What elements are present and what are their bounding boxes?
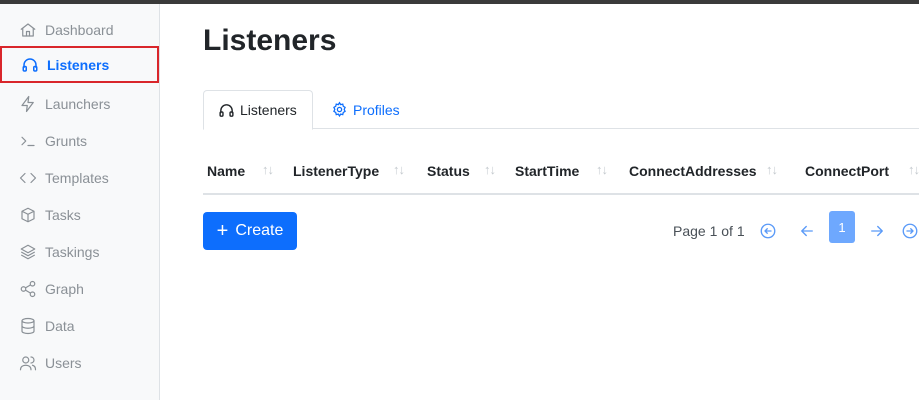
tab-listeners[interactable]: Listeners (203, 90, 313, 130)
sidebar-item-launchers[interactable]: Launchers (0, 85, 159, 122)
sidebar-item-users[interactable]: Users (0, 344, 159, 381)
column-header-start-time[interactable]: StartTime (515, 148, 579, 193)
sidebar-item-data[interactable]: Data (0, 307, 159, 344)
users-icon (19, 354, 37, 372)
sidebar-item-label: Listeners (47, 56, 110, 73)
table-header: Name ↑↓ ListenerType ↑↓ Status ↑↓ StartT… (203, 148, 919, 195)
page-number-button[interactable]: 1 (829, 211, 855, 243)
last-page-button[interactable] (901, 216, 919, 246)
code-icon (19, 169, 37, 187)
sidebar-item-label: Tasks (45, 206, 81, 223)
column-header-connect-port[interactable]: ConnectPort (805, 148, 889, 193)
pagination-text: Page 1 of 1 (673, 223, 745, 239)
arrow-right-icon (868, 222, 886, 240)
arrow-left-icon (798, 222, 816, 240)
sidebar-item-label: Data (45, 317, 75, 334)
sort-icon[interactable]: ↑↓ (393, 162, 405, 177)
column-header-status[interactable]: Status (427, 148, 470, 193)
sidebar-item-dashboard[interactable]: Dashboard (0, 11, 159, 48)
home-icon (19, 21, 37, 39)
sidebar-item-grunts[interactable]: Grunts (0, 122, 159, 159)
plus-icon: + (216, 220, 229, 242)
previous-page-button[interactable] (793, 216, 821, 246)
tab-profiles[interactable]: Profiles (317, 90, 414, 129)
database-icon (19, 317, 37, 335)
sidebar: Dashboard Listeners Launchers Grunts Tem… (0, 4, 160, 400)
sort-icon[interactable]: ↑↓ (908, 162, 919, 177)
sort-icon[interactable]: ↑↓ (484, 162, 496, 177)
circle-arrow-right-icon (901, 222, 919, 240)
next-page-button[interactable] (863, 216, 891, 246)
sidebar-item-label: Grunts (45, 132, 88, 149)
sidebar-item-tasks[interactable]: Tasks (0, 196, 159, 233)
box-icon (19, 206, 37, 224)
first-page-button[interactable] (754, 216, 782, 246)
gear-icon (331, 101, 348, 118)
sidebar-item-listeners[interactable]: Listeners (0, 46, 159, 83)
circle-arrow-left-icon (759, 222, 777, 240)
sidebar-item-taskings[interactable]: Taskings (0, 233, 159, 270)
sidebar-item-label: Users (45, 354, 82, 371)
sidebar-item-graph[interactable]: Graph (0, 270, 159, 307)
layers-icon (19, 243, 37, 261)
sort-icon[interactable]: ↑↓ (596, 162, 608, 177)
column-header-listener-type[interactable]: ListenerType (293, 148, 379, 193)
sidebar-item-label: Launchers (45, 95, 111, 112)
main-content: Listeners Listeners Profiles Name ↑↓ Lis… (160, 4, 919, 400)
headphones-icon (218, 102, 235, 119)
tab-bar: Listeners Profiles (203, 90, 919, 130)
sidebar-item-label: Dashboard (45, 21, 114, 38)
column-header-name[interactable]: Name (207, 148, 245, 193)
column-header-connect-addresses[interactable]: ConnectAddresses (629, 148, 757, 193)
tab-label: Listeners (240, 102, 297, 118)
sort-icon[interactable]: ↑↓ (766, 162, 778, 177)
headphones-icon (21, 56, 39, 74)
sidebar-item-label: Templates (45, 169, 109, 186)
create-button[interactable]: + Create (203, 212, 297, 250)
page-title: Listeners (203, 24, 337, 57)
terminal-icon (19, 132, 37, 150)
lightning-icon (19, 95, 37, 113)
sidebar-item-label: Taskings (45, 243, 100, 260)
sidebar-item-templates[interactable]: Templates (0, 159, 159, 196)
sidebar-item-label: Graph (45, 280, 84, 297)
tab-label: Profiles (353, 101, 400, 118)
share-icon (19, 280, 37, 298)
sort-icon[interactable]: ↑↓ (262, 162, 274, 177)
